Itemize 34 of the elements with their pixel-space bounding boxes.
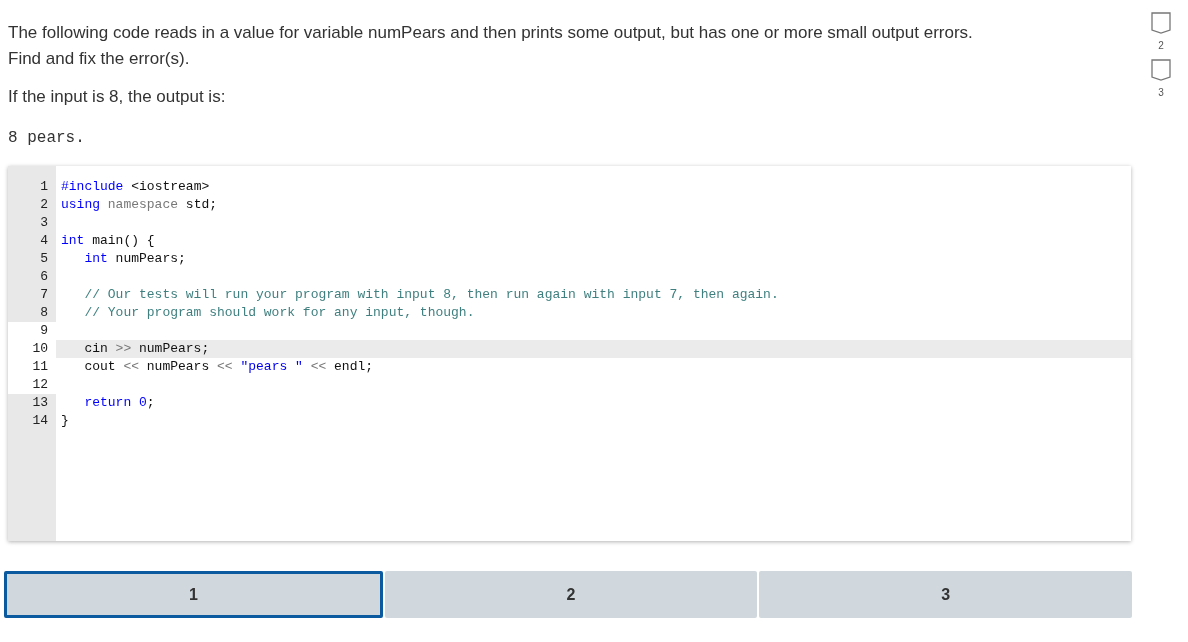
line-number: 1 (40, 179, 48, 194)
line-number: 5 (40, 251, 48, 266)
line-number: 14 (32, 413, 48, 428)
line-number: 6 (40, 269, 48, 284)
bookmark-icon[interactable] (1151, 59, 1171, 81)
step-tab[interactable]: 2 (384, 571, 758, 618)
line-number: 13 (32, 395, 48, 410)
line-number: 3 (40, 215, 48, 230)
code-line: return 0; (84, 395, 155, 410)
code-line: // Our tests will run your program with input 8, then run again with input 7, then again. (84, 287, 779, 302)
line-number: 7 (40, 287, 48, 302)
line-number: 2 (40, 197, 48, 212)
code-line: cin >> numPears; (84, 341, 210, 356)
line-number: 8 (40, 305, 48, 320)
instruction-text: The following code reads in a value for variable numPears and then prints some output, but has one or more small output errors. Find and fix the error(s). (8, 22, 974, 70)
marker-number: 2 (1158, 39, 1164, 53)
bookmark-icon[interactable] (1151, 12, 1171, 34)
line-number: 11 (32, 359, 48, 374)
line-number: 4 (40, 233, 48, 248)
sample-output: 8 pears. (8, 128, 85, 149)
line-number: 10 (32, 341, 48, 356)
step-tab[interactable]: 3 (759, 571, 1132, 618)
marker-number: 3 (1158, 86, 1164, 100)
line-number: 9 (40, 323, 48, 338)
code-line: int numPears; (84, 251, 186, 266)
code-line: } (61, 413, 69, 428)
line-number: 12 (32, 377, 48, 392)
code-line: int main() { (61, 233, 155, 248)
instruction-text: If the input is 8, the output is: (8, 86, 227, 108)
code-line: #include <iostream> (61, 179, 210, 194)
code-line: using namespace std; (61, 197, 218, 212)
step-tab[interactable]: 1 (4, 571, 383, 618)
code-line: // Your program should work for any input, though. (84, 305, 475, 320)
code-line: cout << numPears << "pears " << endl; (84, 359, 374, 374)
